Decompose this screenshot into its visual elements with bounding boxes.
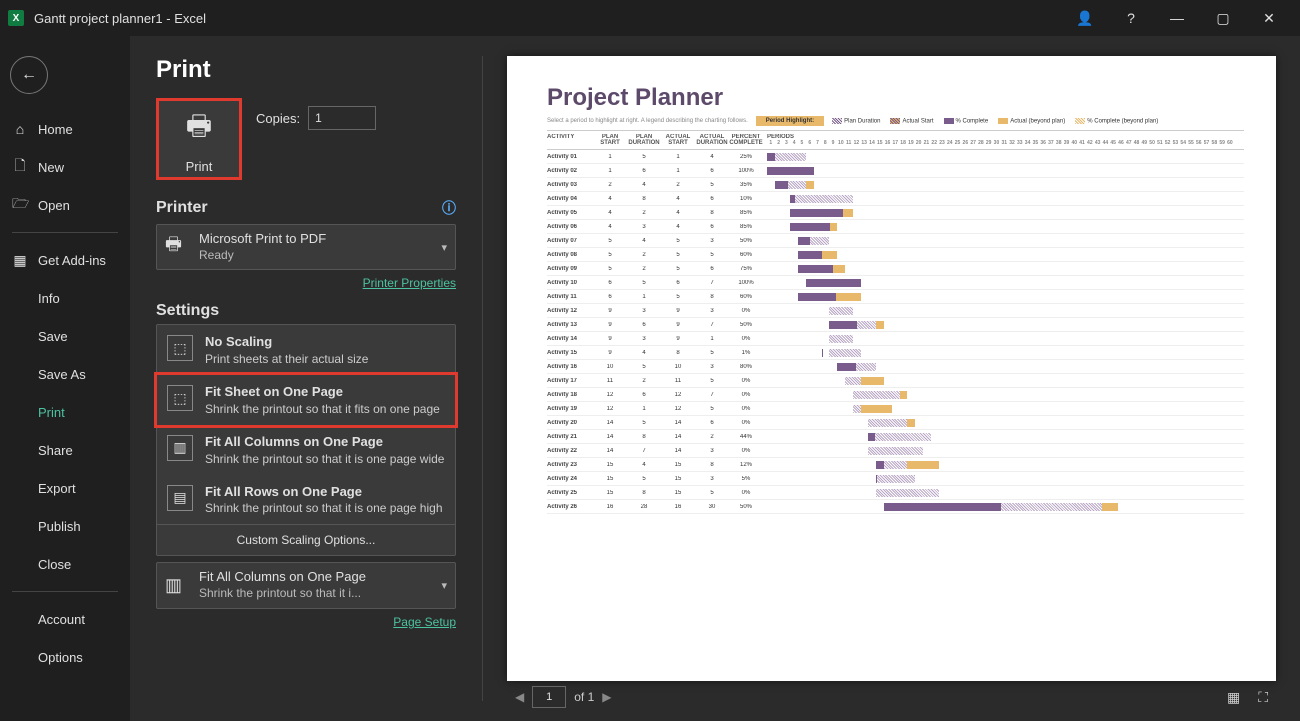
- table-row: Activity 1493910%: [547, 332, 1244, 346]
- table-row: Activity 11615860%: [547, 290, 1244, 304]
- table-row: Activity 201451460%: [547, 416, 1244, 430]
- nav-new[interactable]: 🗋New: [0, 148, 130, 186]
- table-row: Activity 04484610%: [547, 192, 1244, 206]
- nav-account[interactable]: Account: [0, 600, 130, 638]
- close-button[interactable]: ✕: [1246, 0, 1292, 36]
- scaling-options-menu: ⬚ No ScalingPrint sheets at their actual…: [156, 324, 456, 556]
- nav-save[interactable]: Save: [0, 317, 130, 355]
- copies-input[interactable]: [308, 106, 376, 130]
- home-icon: ⌂: [12, 121, 28, 137]
- nav-getaddins[interactable]: ▦Get Add-ins: [0, 241, 130, 279]
- nav-share[interactable]: Share: [0, 431, 130, 469]
- scaling-option-fit-sheet[interactable]: ⬚ Fit Sheet on One PageShrink the printo…: [154, 372, 458, 428]
- scaling-option-no-scaling[interactable]: ⬚ No ScalingPrint sheets at their actual…: [157, 325, 455, 375]
- info-icon[interactable]: ⓘ: [442, 198, 456, 218]
- table-row: Activity 05424885%: [547, 206, 1244, 220]
- show-margins-button[interactable]: ▦: [1227, 689, 1240, 706]
- table-row: Activity 221471430%: [547, 444, 1244, 458]
- zoom-to-page-button[interactable]: ⛶: [1258, 689, 1268, 706]
- table-row: Activity 06434685%: [547, 220, 1244, 234]
- fit-columns-icon: ▥: [167, 435, 193, 461]
- table-row: Activity 08525560%: [547, 248, 1244, 262]
- addins-icon: ▦: [12, 252, 28, 269]
- table-row: Activity 2315415812%: [547, 458, 1244, 472]
- current-scaling-dropdown[interactable]: ▥ Fit All Columns on One PageShrink the …: [156, 562, 456, 608]
- table-row: Activity 171121150%: [547, 374, 1244, 388]
- nav-options[interactable]: Options: [0, 638, 130, 676]
- table-row: Activity 07545350%: [547, 234, 1244, 248]
- nav-print[interactable]: Print: [0, 393, 130, 431]
- nav-publish[interactable]: Publish: [0, 507, 130, 545]
- scaling-option-fit-rows[interactable]: ▤ Fit All Rows on One PageShrink the pri…: [157, 475, 455, 525]
- nav-saveas[interactable]: Save As: [0, 355, 130, 393]
- copies-label: Copies:: [256, 111, 300, 126]
- no-scaling-icon: ⬚: [167, 335, 193, 361]
- scaling-option-fit-columns[interactable]: ▥ Fit All Columns on One PageShrink the …: [157, 425, 455, 475]
- page-title: Print: [156, 56, 456, 84]
- printer-device-icon: 🖶: [165, 232, 189, 262]
- maximize-button[interactable]: ▢: [1200, 0, 1246, 36]
- window-title: Gantt project planner1 - Excel: [34, 11, 206, 26]
- page-number-input[interactable]: [532, 686, 566, 708]
- table-row: Activity 1610510380%: [547, 360, 1244, 374]
- print-button[interactable]: 🖶 Print: [156, 98, 242, 180]
- print-settings-panel: Print 🖶 Print Copies: Printer ⓘ 🖶 Microso…: [130, 36, 482, 721]
- table-row: Activity 191211250%: [547, 402, 1244, 416]
- printer-section-title: Printer: [156, 199, 208, 217]
- prev-page-button[interactable]: ◀: [515, 690, 524, 704]
- table-row: Activity 251581550%: [547, 486, 1244, 500]
- table-row: Activity 021616100%: [547, 164, 1244, 178]
- preview-page: Project Planner Select a period to highl…: [507, 56, 1276, 681]
- custom-scaling-option[interactable]: Custom Scaling Options...: [157, 524, 455, 555]
- open-icon: 🗁: [12, 193, 28, 217]
- table-row: Activity 13969750%: [547, 318, 1244, 332]
- table-row: Activity 1594851%: [547, 346, 1244, 360]
- table-row: Activity 03242535%: [547, 178, 1244, 192]
- page-setup-link[interactable]: Page Setup: [393, 615, 456, 629]
- table-row: Activity 241551535%: [547, 472, 1244, 486]
- table-header-row: ACTIVITY PLAN START PLAN DURATION ACTUAL…: [547, 130, 1244, 150]
- chevron-down-icon: ▾: [441, 579, 447, 592]
- back-button[interactable]: ←: [10, 56, 48, 94]
- nav-close[interactable]: Close: [0, 545, 130, 583]
- nav-home[interactable]: ⌂Home: [0, 110, 130, 148]
- print-preview-panel: Project Planner Select a period to highl…: [483, 36, 1300, 721]
- printer-icon: 🖶: [186, 105, 212, 153]
- printer-dropdown[interactable]: 🖶 Microsoft Print to PDFReady ▾: [156, 224, 456, 270]
- new-icon: 🗋: [12, 155, 28, 179]
- table-row: Activity 2114814244%: [547, 430, 1244, 444]
- table-row: Activity 181261270%: [547, 388, 1244, 402]
- nav-export[interactable]: Export: [0, 469, 130, 507]
- table-row: Activity 106567100%: [547, 276, 1244, 290]
- chart-legend: Plan Duration Actual Start % Complete Ac…: [832, 118, 1158, 125]
- preview-title: Project Planner: [547, 84, 1244, 112]
- nav-info[interactable]: Info: [0, 279, 130, 317]
- table-row: Activity 09525675%: [547, 262, 1244, 276]
- table-row: Activity 01151425%: [547, 150, 1244, 164]
- page-total-label: of 1: [574, 690, 594, 704]
- minimize-button[interactable]: —: [1154, 0, 1200, 36]
- settings-section-title: Settings: [156, 302, 219, 320]
- table-row: Activity 1293930%: [547, 304, 1244, 318]
- help-icon[interactable]: ?: [1108, 0, 1154, 36]
- backstage-sidebar: ← ⌂Home 🗋New 🗁Open ▦Get Add-ins Info Sav…: [0, 36, 130, 721]
- nav-open[interactable]: 🗁Open: [0, 186, 130, 224]
- scaling-icon: ▥: [165, 575, 189, 596]
- period-highlight-label: Period Highlight:: [756, 116, 824, 126]
- page-navigator: ◀ of 1 ▶ ▦ ⛶: [507, 681, 1276, 713]
- table-row: Activity 261628163050%: [547, 500, 1244, 514]
- account-icon[interactable]: 👤: [1062, 0, 1108, 36]
- fit-rows-icon: ▤: [167, 485, 193, 511]
- next-page-button[interactable]: ▶: [602, 690, 611, 704]
- printer-properties-link[interactable]: Printer Properties: [363, 276, 456, 290]
- titlebar: X Gantt project planner1 - Excel 👤 ? — ▢…: [0, 0, 1300, 36]
- excel-icon: X: [8, 10, 24, 26]
- fit-sheet-icon: ⬚: [167, 385, 193, 411]
- preview-subtitle: Select a period to highlight at right. A…: [547, 118, 748, 124]
- chevron-down-icon: ▾: [441, 241, 447, 254]
